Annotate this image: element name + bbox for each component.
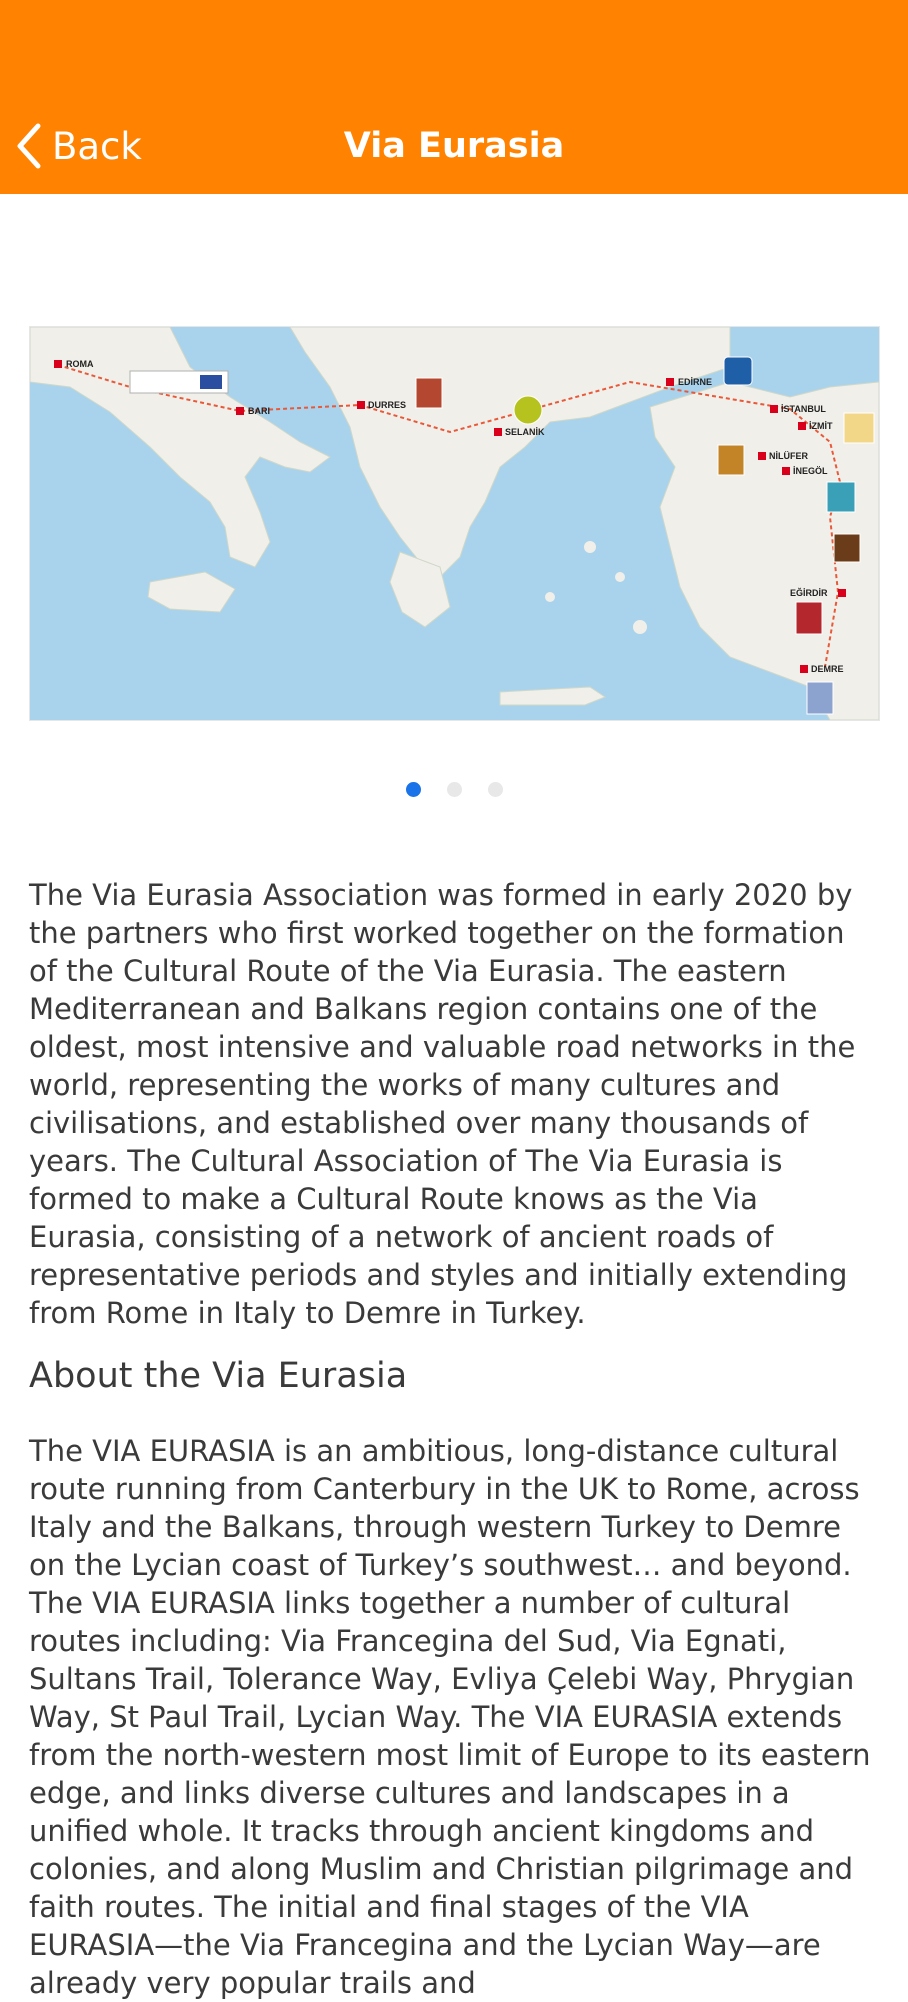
map-label-roma: ROMA — [66, 359, 94, 369]
carousel-page-indicator[interactable] — [0, 782, 908, 797]
nilufer-photo-thumbnail — [717, 444, 745, 476]
durres-photo-thumbnail — [415, 377, 443, 409]
map-label-inegol: İNEGÖL — [793, 466, 828, 476]
map-label-durres: DURRES — [368, 400, 406, 410]
edirne-logo-thumbnail — [723, 356, 753, 386]
map-label-bari: BARI — [248, 406, 270, 416]
map-label-istanbul: İSTANBUL — [781, 404, 826, 414]
map-label-egirdir: EĞİRDİR — [790, 587, 828, 598]
map-label-nilufer: NİLÜFER — [769, 451, 808, 461]
izmit-photo-thumbnail — [843, 412, 875, 444]
page-dot-1[interactable] — [405, 782, 421, 797]
map-label-selanik: SELANİK — [505, 427, 545, 437]
about-paragraph: The VIA EURASIA is an ambitious, long-di… — [29, 1434, 871, 2000]
page-dot-2[interactable] — [446, 782, 462, 797]
content-body: The Via Eurasia Association was formed i… — [29, 876, 881, 2002]
egirdir-photo-thumbnail — [795, 601, 823, 635]
intro-paragraph: The Via Eurasia Association was formed i… — [29, 878, 856, 1330]
route-map-image: ROMA BARI DURRES SELANİK EDİRNE İSTANBUL… — [30, 327, 879, 720]
navigation-bar: Back Via Eurasia — [0, 0, 908, 194]
page-dot-3[interactable] — [487, 782, 503, 797]
map-label-demre: DEMRE — [811, 664, 844, 674]
page-title: Via Eurasia — [343, 126, 565, 166]
about-heading: About the Via Eurasia — [29, 1356, 408, 1396]
house-photo-thumbnail — [833, 533, 861, 563]
inegol-photo-thumbnail — [826, 481, 856, 513]
map-label-izmit: İZMİT — [809, 421, 833, 431]
selanik-logo-thumbnail — [513, 395, 543, 425]
map-label-edirne: EDİRNE — [678, 377, 712, 387]
image-carousel[interactable]: ROMA BARI DURRES SELANİK EDİRNE İSTANBUL… — [29, 326, 880, 721]
demre-photo-thumbnail — [806, 681, 834, 715]
